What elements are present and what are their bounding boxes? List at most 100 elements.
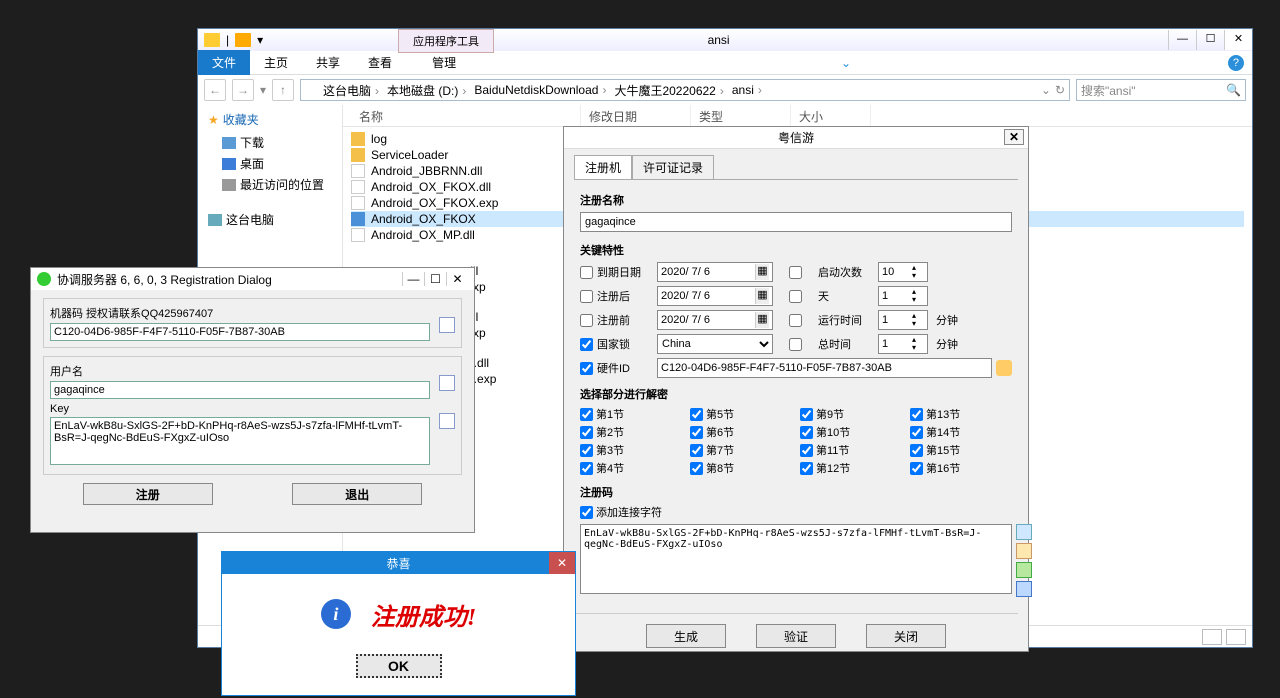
chk-expiry[interactable] <box>580 266 593 279</box>
chk-section[interactable]: 第13节 <box>910 406 1012 422</box>
paste-icon[interactable] <box>1016 543 1032 559</box>
close-button[interactable]: ✕ <box>1224 30 1252 50</box>
chevron-down-icon[interactable]: ⌄ <box>841 56 851 70</box>
minimize-button[interactable]: — <box>402 272 424 286</box>
close-button[interactable]: ✕ <box>1004 129 1024 145</box>
spinner-icon[interactable]: ▴▾ <box>912 264 924 280</box>
menu-view[interactable]: 查看 <box>354 50 406 75</box>
chk-section[interactable]: 第2节 <box>580 424 682 440</box>
copy-icon[interactable] <box>439 413 455 429</box>
spin-launch[interactable]: 10▴▾ <box>878 262 928 282</box>
chk-section[interactable]: 第15节 <box>910 442 1012 458</box>
menu-share[interactable]: 共享 <box>302 50 354 75</box>
regcode-textarea[interactable]: EnLaV-wkB8u-SxlGS-2F+bD-KnPHq-r8AeS-wzs5… <box>580 524 1012 594</box>
paste-icon[interactable] <box>996 360 1012 376</box>
col-name[interactable]: 名称 <box>351 105 581 126</box>
tab-license-log[interactable]: 许可证记录 <box>632 155 714 179</box>
breadcrumb[interactable]: 这台电脑 <box>323 82 383 99</box>
copy-icon[interactable] <box>439 317 455 333</box>
chk-section[interactable]: 第9节 <box>800 406 902 422</box>
register-button[interactable]: 注册 <box>83 483 213 505</box>
up-button[interactable]: ↑ <box>272 79 294 101</box>
user-input[interactable] <box>50 381 430 399</box>
sidebar-recent[interactable]: 最近访问的位置 <box>208 174 332 195</box>
add-icon[interactable] <box>1016 562 1032 578</box>
chk-before-reg[interactable] <box>580 314 593 327</box>
search-input[interactable]: 搜索"ansi" 🔍 <box>1076 79 1246 101</box>
breadcrumb[interactable]: BaiduNetdiskDownload <box>474 83 610 97</box>
spinner-icon[interactable]: ▴▾ <box>912 288 924 304</box>
chk-section[interactable]: 第1节 <box>580 406 682 422</box>
chk-section[interactable]: 第7节 <box>690 442 792 458</box>
sidebar-thispc[interactable]: 这台电脑 <box>208 209 332 230</box>
chk-section[interactable]: 第10节 <box>800 424 902 440</box>
date-after[interactable]: 2020/ 7/ 6▦ <box>657 286 773 306</box>
chk-after-reg[interactable] <box>580 290 593 303</box>
close-button[interactable]: ✕ <box>446 272 468 286</box>
refresh-icon[interactable]: ↻ <box>1055 83 1065 97</box>
calendar-icon[interactable]: ▦ <box>755 264 769 280</box>
forward-button[interactable]: → <box>232 79 254 101</box>
back-button[interactable]: ← <box>204 79 226 101</box>
spinner-icon[interactable]: ▴▾ <box>912 336 924 352</box>
col-date[interactable]: 修改日期 <box>581 105 691 126</box>
machine-code-input[interactable] <box>50 323 430 341</box>
chk-section[interactable]: 第12节 <box>800 460 902 476</box>
ribbon-context-tab[interactable]: 应用程序工具 <box>398 29 494 53</box>
copy-icon[interactable] <box>439 375 455 391</box>
chk-section[interactable]: 第3节 <box>580 442 682 458</box>
spin-total[interactable]: 1▴▾ <box>878 334 928 354</box>
help-icon[interactable]: ? <box>1228 55 1244 71</box>
chk-total-time[interactable] <box>789 338 802 351</box>
dropdown-icon[interactable]: ⌄ <box>1041 83 1051 97</box>
spin-runtime[interactable]: 1▴▾ <box>878 310 928 330</box>
dropdown-icon[interactable]: ▾ <box>257 33 263 47</box>
date-expiry[interactable]: 2020/ 7/ 6▦ <box>657 262 773 282</box>
close-button[interactable]: ✕ <box>549 552 575 574</box>
chk-section[interactable]: 第5节 <box>690 406 792 422</box>
menu-file[interactable]: 文件 <box>198 50 250 75</box>
date-before[interactable]: 2020/ 7/ 6▦ <box>657 310 773 330</box>
menu-manage[interactable]: 管理 <box>418 50 470 75</box>
key-textarea[interactable]: EnLaV-wkB8u-SxlGS-2F+bD-KnPHq-r8AeS-wzs5… <box>50 417 430 465</box>
maximize-button[interactable]: ☐ <box>1196 30 1224 50</box>
country-select[interactable]: China <box>657 334 773 354</box>
chk-days[interactable] <box>789 290 802 303</box>
breadcrumb[interactable]: 本地磁盘 (D:) <box>387 82 470 99</box>
chk-section[interactable]: 第4节 <box>580 460 682 476</box>
history-dropdown-icon[interactable]: ▾ <box>260 83 266 97</box>
sidebar-favorites[interactable]: ★收藏夹 <box>208 111 332 128</box>
chk-section[interactable]: 第6节 <box>690 424 792 440</box>
chk-runtime[interactable] <box>789 314 802 327</box>
ok-button[interactable]: OK <box>356 654 442 678</box>
close-button[interactable]: 关闭 <box>866 624 946 648</box>
col-size[interactable]: 大小 <box>791 105 871 126</box>
generate-button[interactable]: 生成 <box>646 624 726 648</box>
minimize-button[interactable]: — <box>1168 30 1196 50</box>
yxy-titlebar[interactable]: 粤信游 ✕ <box>564 127 1028 149</box>
hwid-input[interactable] <box>657 358 992 378</box>
spin-days[interactable]: 1▴▾ <box>878 286 928 306</box>
verify-button[interactable]: 验证 <box>756 624 836 648</box>
chk-section[interactable]: 第11节 <box>800 442 902 458</box>
tab-register[interactable]: 注册机 <box>574 155 632 179</box>
chk-section[interactable]: 第16节 <box>910 460 1012 476</box>
calendar-icon[interactable]: ▦ <box>755 312 769 328</box>
menu-home[interactable]: 主页 <box>250 50 302 75</box>
chk-section[interactable]: 第8节 <box>690 460 792 476</box>
reg-name-input[interactable] <box>580 212 1012 232</box>
exit-button[interactable]: 退出 <box>292 483 422 505</box>
msgbox-titlebar[interactable]: 恭喜 ✕ <box>222 552 575 574</box>
view-details-button[interactable] <box>1202 629 1222 645</box>
breadcrumb[interactable]: 大牛魔王20220622 <box>614 82 727 99</box>
calendar-icon[interactable]: ▦ <box>755 288 769 304</box>
chk-section[interactable]: 第14节 <box>910 424 1012 440</box>
spinner-icon[interactable]: ▴▾ <box>912 312 924 328</box>
chk-hwid[interactable] <box>580 362 593 375</box>
sidebar-desktop[interactable]: 桌面 <box>208 153 332 174</box>
col-type[interactable]: 类型 <box>691 105 791 126</box>
explorer-titlebar[interactable]: | ▾ 应用程序工具 ansi — ☐ ✕ <box>198 29 1252 51</box>
sidebar-downloads[interactable]: 下载 <box>208 132 332 153</box>
breadcrumb[interactable]: ansi <box>732 83 766 97</box>
save-icon[interactable] <box>1016 581 1032 597</box>
